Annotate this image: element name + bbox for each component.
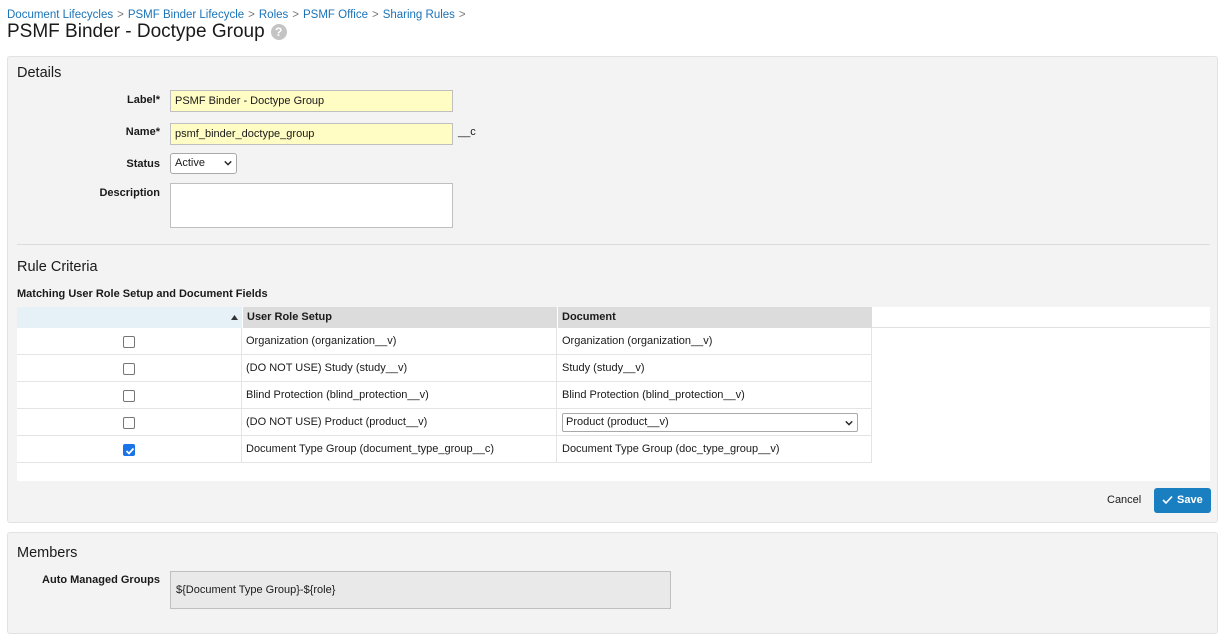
document-cell: Organization (organization__v) [557,328,872,355]
row-checkbox[interactable] [123,417,135,429]
row-select-cell [17,328,242,355]
row-select-cell [17,382,242,409]
row-select-cell [17,436,242,463]
table-row: Document Type Group (document_type_group… [17,436,872,463]
page-title: PSMF Binder - Doctype Group ? [7,21,287,43]
document-cell: Study (study__v) [557,355,872,382]
breadcrumb-separator: > [371,9,379,21]
grid-header: User Role Setup Document [17,307,1210,328]
document-cell: Document Type Group (doc_type_group__v) [557,436,872,463]
table-row: Organization (organization__v) Organizat… [17,328,872,355]
status-select[interactable]: Active [170,153,237,174]
chevron-down-icon [224,160,232,166]
user-role-setup-cell: Blind Protection (blind_protection__v) [242,382,557,409]
name-field-label: Name* [125,126,160,138]
breadcrumb-sharing-rules[interactable]: Sharing Rules [383,9,455,21]
document-field-select-value: Product (product__v) [566,416,669,428]
sort-ascending-icon[interactable] [231,315,238,320]
row-checkbox[interactable] [123,363,135,375]
label-field-label: Label* [126,94,160,106]
help-icon[interactable]: ? [270,24,287,40]
breadcrumb-psmf-binder-lifecycle[interactable]: PSMF Binder Lifecycle [128,9,244,21]
document-cell: Blind Protection (blind_protection__v) [557,382,872,409]
auto-managed-groups-value: ${Document Type Group}-${role} [170,571,671,609]
breadcrumb-roles[interactable]: Roles [259,9,288,21]
grid-select-column-header[interactable] [17,307,242,328]
details-panel: Details Label* PSMF Binder - Doctype Gro… [7,56,1218,523]
row-select-cell [17,355,242,382]
table-row: (DO NOT USE) Study (study__v) Study (stu… [17,355,872,382]
row-checkbox[interactable] [123,336,135,348]
status-field-label: Status [126,158,160,170]
members-section-title: Members [17,545,78,561]
rule-criteria-grid: User Role Setup Document Organization (o… [17,307,1210,481]
name-input[interactable]: psmf_binder_doctype_group [170,123,453,145]
members-panel: Members Auto Managed Groups ${Document T… [7,532,1218,634]
cancel-button[interactable]: Cancel [1107,494,1141,506]
user-role-setup-cell: (DO NOT USE) Product (product__v) [242,409,557,436]
grid-column-header-document[interactable]: Document [557,307,872,328]
row-checkbox[interactable] [123,390,135,402]
user-role-setup-cell: (DO NOT USE) Study (study__v) [242,355,557,382]
chevron-down-icon [845,420,853,426]
breadcrumb-separator: > [292,9,299,21]
details-section-title: Details [17,65,62,81]
breadcrumb-document-lifecycles[interactable]: Document Lifecycles [7,9,113,21]
name-suffix: __c [458,126,476,138]
description-textarea[interactable] [170,183,453,228]
table-row: (DO NOT USE) Product (product__v) Produc… [17,409,872,436]
breadcrumb-separator: > [458,9,466,21]
table-row: Blind Protection (blind_protection__v) B… [17,382,872,409]
save-button[interactable]: Save [1154,488,1211,513]
breadcrumb: Document Lifecycles > PSMF Binder Lifecycl… [7,9,470,21]
grid-column-header-user-role-setup[interactable]: User Role Setup [242,307,557,328]
document-field-select[interactable]: Product (product__v) [562,413,858,432]
rule-criteria-section-title: Rule Criteria [17,259,98,275]
save-button-label: Save [1177,494,1203,506]
breadcrumb-psmf-office[interactable]: PSMF Office [303,9,368,21]
checkmark-icon [1162,495,1173,505]
breadcrumb-separator: > [248,9,255,21]
rule-criteria-subtitle: Matching User Role Setup and Document Fi… [17,288,268,300]
row-checkbox-checked[interactable] [123,444,135,456]
label-input[interactable]: PSMF Binder - Doctype Group [170,90,453,112]
page-title-text: PSMF Binder - Doctype Group [7,21,265,42]
checkmark-icon [125,447,135,455]
document-cell: Product (product__v) [557,409,872,436]
auto-managed-groups-label: Auto Managed Groups [42,574,160,586]
user-role-setup-cell: Organization (organization__v) [242,328,557,355]
description-field-label: Description [99,187,160,199]
user-role-setup-cell: Document Type Group (document_type_group… [242,436,557,463]
breadcrumb-separator: > [117,9,124,21]
section-divider [17,244,1210,245]
row-select-cell [17,409,242,436]
status-select-value: Active [175,157,205,169]
